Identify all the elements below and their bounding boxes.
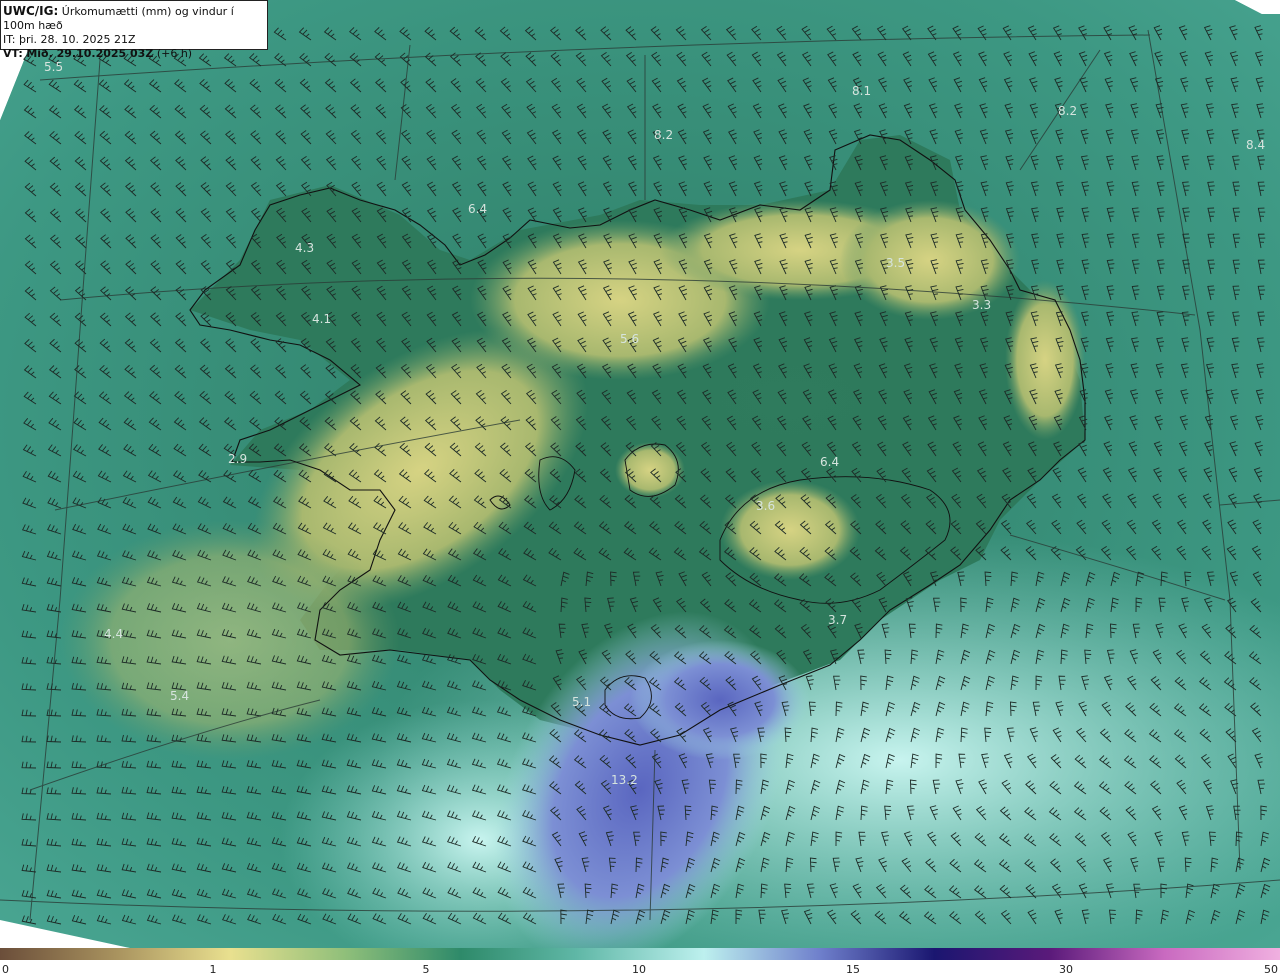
map-label: 13.2 (611, 773, 638, 787)
precipitation-map: 5.5 8.1 8.2 6.4 8.2 8.4 4.3 3.5 3.3 4.1 … (0, 0, 1280, 948)
heavy-plume-2 (630, 640, 810, 760)
dark-green-core (650, 330, 930, 470)
title-box: UWC/IG: Úrkomumætti (mm) og vindur í 100… (0, 0, 268, 60)
map-label: 5.6 (620, 332, 639, 346)
colorbar-ticks: 0 1 5 10 15 30 50 (0, 960, 1280, 978)
colorbar-tick: 5 (422, 963, 430, 976)
colorbar (0, 948, 1280, 960)
map-label: 2.9 (228, 452, 247, 466)
map-label: 3.5 (886, 256, 905, 270)
highland-se (720, 480, 860, 580)
vt-label: VT: (3, 47, 23, 60)
map-label: 3.7 (828, 613, 847, 627)
vt-offset: (+6 h) (156, 47, 193, 60)
highland-east (1005, 280, 1085, 440)
model-name: UWC/IG: (3, 4, 59, 18)
map-label: 6.4 (820, 455, 839, 469)
map-label: 8.2 (1058, 104, 1077, 118)
map-label: 3.3 (972, 298, 991, 312)
colorbar-tick: 30 (1059, 963, 1073, 976)
map-label: 4.4 (104, 627, 123, 641)
it-label: IT: (3, 33, 16, 46)
vt-value: Mið. 29.10.2025 03Z (26, 47, 154, 60)
it-value: þri. 28. 10. 2025 21Z (18, 33, 136, 46)
map-label: 4.1 (312, 312, 331, 326)
map-label: 8.2 (654, 128, 673, 142)
map-label: 8.4 (1246, 138, 1265, 152)
map-label: 3.6 (756, 499, 775, 513)
map-label: 5.5 (44, 60, 63, 74)
map-label: 6.4 (468, 202, 487, 216)
highland-pt (615, 442, 685, 498)
colorbar-tick: 10 (632, 963, 646, 976)
colorbar-tick: 15 (846, 963, 860, 976)
map-label: 8.1 (852, 84, 871, 98)
colorbar-tick: 0 (2, 963, 9, 976)
colorbar-tick: 1 (209, 963, 217, 976)
highland-ne (840, 200, 1020, 320)
map-label: 5.1 (572, 695, 591, 709)
colorbar-tick: 50 (1264, 963, 1278, 976)
map-label: 4.3 (295, 241, 314, 255)
map-label: 5.4 (170, 689, 189, 703)
